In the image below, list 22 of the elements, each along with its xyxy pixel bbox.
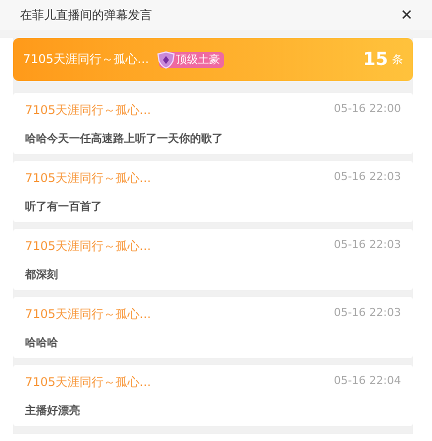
user-name: 7105天涯同行～孤心...: [25, 238, 151, 254]
message-text: 哈哈哈: [25, 334, 59, 350]
timestamp: 05-16 22:04: [334, 374, 401, 388]
user-name: 7105天涯同行～孤心...: [25, 306, 151, 322]
message-text: 都深刻: [25, 266, 59, 282]
user-name: 7105天涯同行～孤心...: [23, 51, 149, 68]
user-name: 7105天涯同行～孤心...: [25, 102, 151, 118]
timestamp: 05-16 22:03: [334, 170, 401, 184]
count-unit: 条: [392, 52, 403, 67]
close-button[interactable]: ✕: [400, 6, 413, 24]
panel-title: 在菲儿直播间的弹幕发言: [20, 6, 152, 24]
message-text: 听了有一百首了: [25, 198, 103, 214]
message-text: 主播好漂亮: [25, 402, 81, 418]
timestamp: 05-16 22:00: [334, 102, 401, 116]
shield-icon: [156, 50, 176, 68]
user-name: 7105天涯同行～孤心...: [25, 374, 151, 390]
message-count: 15: [362, 49, 388, 70]
rank-label: 顶级土豪: [176, 52, 220, 67]
user-name: 7105天涯同行～孤心...: [25, 170, 151, 186]
timestamp: 05-16 22:03: [334, 306, 401, 320]
message-text: 哈哈今天一任高速路上听了一天你的歌了: [25, 130, 224, 146]
timestamp: 05-16 22:03: [334, 238, 401, 252]
